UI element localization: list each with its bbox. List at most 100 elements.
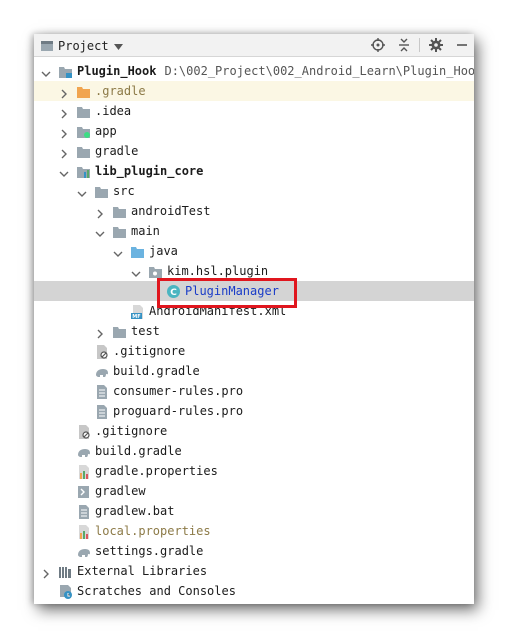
project-view-selector[interactable]: Project — [40, 38, 123, 54]
chevron-right-icon[interactable] — [58, 85, 70, 99]
tree-item-label: .gitignore — [95, 424, 168, 438]
gradle-elephant-icon — [76, 444, 91, 458]
tree-item-build-gradle[interactable]: build.gradle — [34, 441, 474, 461]
header-separator — [419, 38, 420, 52]
tree-item-label: Plugin_Hook D:\002_Project\002_Android_Le… — [77, 63, 474, 79]
text-file-icon — [76, 504, 91, 519]
tree-item-androidtest[interactable]: androidTest — [34, 201, 474, 221]
properties-file-icon — [76, 464, 91, 479]
chevron-down-icon[interactable] — [94, 225, 106, 237]
tree-item-label: build.gradle — [113, 364, 200, 378]
tree-item-label: .gitignore — [113, 344, 186, 358]
tree-item-plugin-hook[interactable]: Plugin_Hook D:\002_Project\002_Android_Le… — [34, 61, 474, 81]
folder-icon — [94, 184, 109, 198]
tree-item-label: settings.gradle — [95, 544, 204, 558]
tree-item-gradlew[interactable]: gradlew — [34, 481, 474, 501]
package-icon — [148, 264, 163, 278]
chevron-right-icon[interactable] — [94, 325, 106, 339]
module-path: D:\002_Project\002_Android_Learn\Plugin_… — [164, 64, 474, 78]
chevron-right-icon[interactable] — [94, 205, 106, 219]
manifest-file-icon: MF — [130, 304, 145, 320]
properties-file-icon — [76, 524, 91, 539]
chevron-down-icon — [113, 39, 123, 53]
tree-item-label: test — [131, 324, 160, 338]
chevron-down-icon[interactable] — [130, 265, 142, 277]
tree-item-scratches[interactable]: Scratches and Consoles — [34, 581, 474, 601]
tree-item-label: gradle — [95, 144, 139, 158]
tree-item-label: androidTest — [131, 204, 211, 218]
minimize-button[interactable] — [454, 37, 470, 53]
tree-item-label: consumer-rules.pro — [113, 384, 244, 398]
gear-icon[interactable] — [428, 37, 444, 53]
source-folder-icon — [130, 244, 145, 258]
tree-item-main[interactable]: main — [34, 221, 474, 241]
tree-item-label: gradle.properties — [95, 464, 218, 478]
tree-item-idea[interactable]: .idea — [34, 101, 474, 121]
gradle-elephant-icon — [76, 544, 91, 558]
tool-window-header: Project — [34, 34, 474, 57]
tree-item-gitignore[interactable]: .gitignore — [34, 421, 474, 441]
tree-item-label: Scratches and Consoles — [77, 584, 236, 598]
folder-icon — [112, 324, 127, 338]
module-name: Plugin_Hook — [77, 64, 157, 78]
project-view-label: Project — [58, 39, 109, 53]
folder-icon — [76, 104, 91, 118]
svg-text:MF: MF — [132, 314, 140, 319]
library-icon — [58, 564, 73, 578]
chevron-down-icon[interactable] — [58, 165, 70, 177]
android-module-icon — [76, 124, 91, 138]
tree-item-label: External Libraries — [77, 564, 208, 578]
scratch-icon — [58, 584, 73, 599]
chevron-down-icon[interactable] — [112, 245, 124, 257]
tree-item-consumer-rules[interactable]: consumer-rules.pro — [34, 381, 474, 401]
excluded-folder-icon — [76, 84, 91, 98]
tree-item-gradle-properties[interactable]: gradle.properties — [34, 461, 474, 481]
chevron-right-icon[interactable] — [58, 145, 70, 159]
tree-item-app[interactable]: app — [34, 121, 474, 141]
chevron-down-icon[interactable] — [40, 65, 52, 77]
tree-item-label: java — [149, 244, 178, 258]
folder-icon — [76, 144, 91, 158]
tree-item-label: gradlew — [95, 484, 146, 498]
ignore-file-icon — [76, 424, 91, 439]
tree-item-java[interactable]: java — [34, 241, 474, 261]
chevron-right-icon[interactable] — [40, 565, 52, 579]
folder-icon — [112, 224, 127, 238]
tree-item-label: local.properties — [95, 524, 211, 538]
tree-item-gradle[interactable]: gradle — [34, 141, 474, 161]
tree-item-gitignore[interactable]: .gitignore — [34, 341, 474, 361]
tree-item-build-gradle[interactable]: build.gradle — [34, 361, 474, 381]
library-module-icon — [76, 164, 91, 178]
module-folder-icon — [58, 64, 73, 78]
highlight-box — [157, 278, 297, 308]
tree-item-label: src — [113, 184, 135, 198]
shell-script-icon — [76, 484, 91, 498]
tree-item-dot-gradle[interactable]: .gradle — [34, 81, 474, 101]
tree-item-src[interactable]: src — [34, 181, 474, 201]
gradle-elephant-icon — [94, 364, 109, 378]
tree-item-label: kim.hsl.plugin — [167, 264, 269, 278]
tree-item-label: .idea — [95, 104, 132, 118]
text-file-icon — [94, 404, 109, 419]
tree-item-test[interactable]: test — [34, 321, 474, 341]
locate-file-button[interactable] — [370, 37, 386, 53]
text-file-icon — [94, 384, 109, 399]
tree-item-proguard-rules[interactable]: proguard-rules.pro — [34, 401, 474, 421]
tree-item-label: build.gradle — [95, 444, 182, 458]
tree-item-label: gradlew.bat — [95, 504, 175, 518]
tree-item-label: main — [131, 224, 160, 238]
tree-item-local-properties[interactable]: local.properties — [34, 521, 474, 541]
project-icon — [40, 40, 54, 52]
chevron-right-icon[interactable] — [58, 105, 70, 119]
tree-item-label: .gradle — [95, 84, 146, 98]
collapse-all-button[interactable] — [396, 37, 412, 53]
tree-item-lib-plugin-core[interactable]: lib_plugin_core — [34, 161, 474, 181]
tree-item-gradlew-bat[interactable]: gradlew.bat — [34, 501, 474, 521]
chevron-right-icon[interactable] — [58, 125, 70, 139]
tree-item-settings-gradle[interactable]: settings.gradle — [34, 541, 474, 561]
tree-item-external-libraries[interactable]: External Libraries — [34, 561, 474, 581]
chevron-down-icon[interactable] — [76, 185, 88, 197]
ignore-file-icon — [94, 344, 109, 359]
folder-icon — [112, 204, 127, 218]
tree-item-label: proguard-rules.pro — [113, 404, 244, 418]
